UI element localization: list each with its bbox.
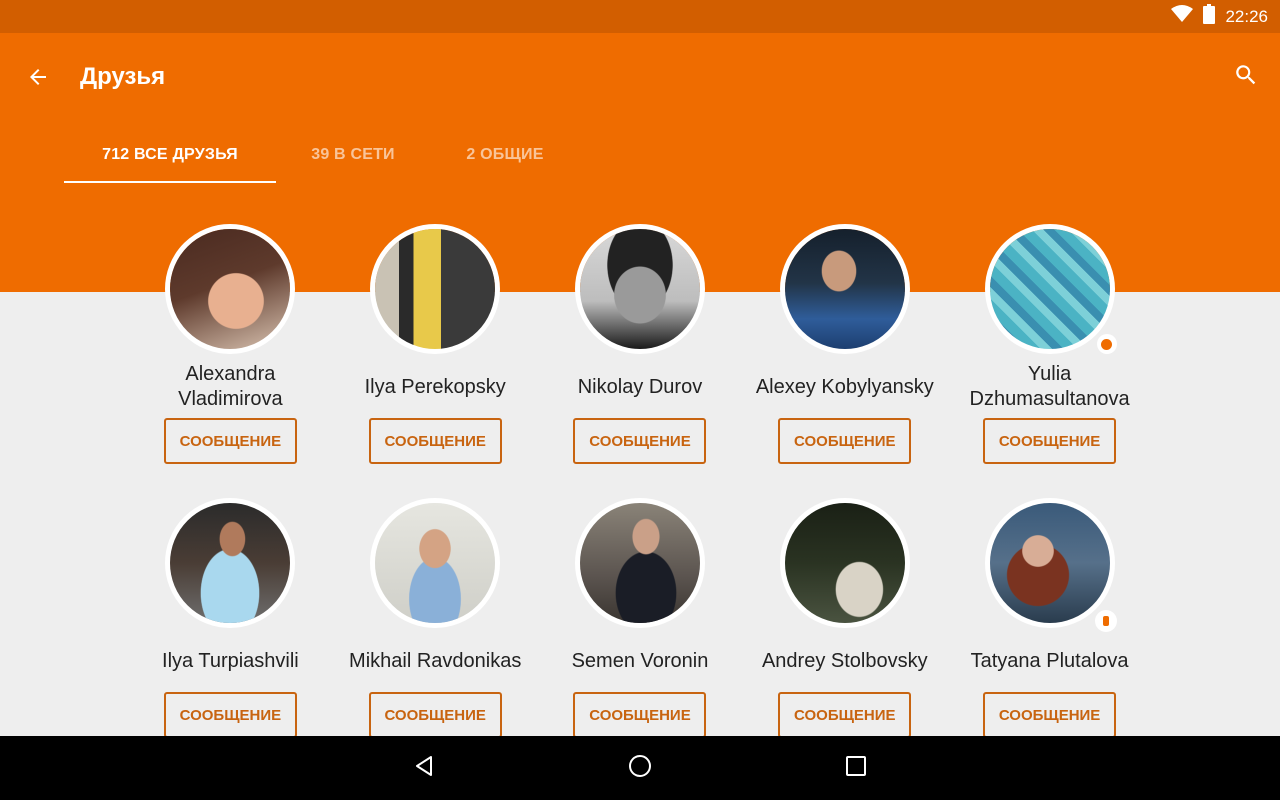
message-button[interactable]: СООБЩЕНИЕ: [983, 418, 1117, 464]
tab-online[interactable]: 39 В СЕТИ: [276, 127, 430, 183]
avatar: [165, 498, 296, 628]
avatar-button[interactable]: [984, 498, 1117, 632]
friend-card: Ilya Perekopsky СООБЩЕНИЕ: [333, 224, 538, 498]
friend-name[interactable]: Mikhail Ravdonikas: [335, 634, 535, 688]
friend-card: Yulia Dzhumasultanova СООБЩЕНИЕ: [947, 224, 1152, 498]
search-button[interactable]: [1226, 57, 1266, 97]
avatar: [984, 498, 1115, 628]
navigation-bar: [0, 736, 1280, 800]
friend-card: Alexey Kobylyansky СООБЩЕНИЕ: [742, 224, 947, 498]
nav-home-icon: [627, 753, 653, 784]
nav-recents-icon: [845, 755, 867, 782]
tab-mutual[interactable]: 2 ОБЩИЕ: [430, 127, 580, 183]
back-button[interactable]: [18, 59, 58, 99]
status-icons: 22:26: [1171, 0, 1268, 33]
avatar: [574, 498, 705, 628]
friend-card: Mikhail Ravdonikas СООБЩЕНИЕ: [333, 498, 538, 772]
battery-icon: [1203, 4, 1216, 29]
avatar-button[interactable]: [984, 224, 1117, 354]
avatar-button[interactable]: [165, 498, 296, 628]
friend-name[interactable]: Yulia Dzhumasultanova: [950, 360, 1150, 414]
avatar-button[interactable]: [779, 498, 910, 628]
message-button[interactable]: СООБЩЕНИЕ: [778, 692, 912, 738]
nav-recents-button[interactable]: [836, 748, 876, 788]
friend-name[interactable]: Nikolay Durov: [540, 360, 740, 414]
mobile-status-icon: [1094, 610, 1117, 632]
nav-back-button[interactable]: [404, 748, 444, 788]
avatar: [779, 224, 910, 354]
avatar: [984, 224, 1115, 354]
message-button[interactable]: СООБЩЕНИЕ: [983, 692, 1117, 738]
avatar-button[interactable]: [370, 498, 501, 628]
friend-name[interactable]: Andrey Stolbovsky: [745, 634, 945, 688]
message-button[interactable]: СООБЩЕНИЕ: [573, 418, 707, 464]
avatar-button[interactable]: [779, 224, 910, 354]
tab-bar: 712 ВСЕ ДРУЗЬЯ 39 В СЕТИ 2 ОБЩИЕ: [64, 127, 580, 183]
message-button[interactable]: СООБЩЕНИЕ: [368, 418, 502, 464]
nav-back-icon: [412, 754, 436, 783]
avatar: [779, 498, 910, 628]
friend-card: Ilya Turpiashvili СООБЩЕНИЕ: [128, 498, 333, 772]
avatar: [370, 224, 501, 354]
friend-name[interactable]: Tatyana Plutalova: [950, 634, 1150, 688]
message-button[interactable]: СООБЩЕНИЕ: [163, 692, 297, 738]
page-title: Друзья: [80, 63, 166, 90]
status-bar: 22:26: [0, 0, 1280, 33]
friend-name[interactable]: Ilya Turpiashvili: [130, 634, 330, 688]
friends-grid: Alexandra Vladimirova СООБЩЕНИЕ Ilya Per…: [128, 224, 1152, 772]
message-button[interactable]: СООБЩЕНИЕ: [778, 418, 912, 464]
friend-name[interactable]: Ilya Perekopsky: [335, 360, 535, 414]
avatar: [165, 224, 296, 354]
friend-card: Andrey Stolbovsky СООБЩЕНИЕ: [742, 498, 947, 772]
avatar-button[interactable]: [165, 224, 296, 354]
friend-card: Semen Voronin СООБЩЕНИЕ: [538, 498, 743, 772]
friend-card: Alexandra Vladimirova СООБЩЕНИЕ: [128, 224, 333, 498]
friend-card: Nikolay Durov СООБЩЕНИЕ: [538, 224, 743, 498]
tab-all-friends[interactable]: 712 ВСЕ ДРУЗЬЯ: [64, 127, 276, 183]
message-button[interactable]: СООБЩЕНИЕ: [368, 692, 502, 738]
avatar: [370, 498, 501, 628]
avatar-button[interactable]: [574, 224, 705, 354]
friend-card: Tatyana Plutalova СООБЩЕНИЕ: [947, 498, 1152, 772]
message-button[interactable]: СООБЩЕНИЕ: [573, 692, 707, 738]
search-icon: [1233, 62, 1259, 93]
friend-name[interactable]: Alexey Kobylyansky: [745, 360, 945, 414]
avatar-button[interactable]: [370, 224, 501, 354]
arrow-left-icon: [26, 65, 50, 94]
online-status-icon: [1096, 334, 1117, 354]
status-time: 22:26: [1225, 6, 1268, 26]
wifi-icon: [1171, 5, 1194, 28]
avatar-button[interactable]: [574, 498, 705, 628]
friend-name[interactable]: Semen Voronin: [540, 634, 740, 688]
friend-name[interactable]: Alexandra Vladimirova: [130, 360, 330, 414]
avatar: [574, 224, 705, 354]
message-button[interactable]: СООБЩЕНИЕ: [163, 418, 297, 464]
nav-home-button[interactable]: [620, 748, 660, 788]
